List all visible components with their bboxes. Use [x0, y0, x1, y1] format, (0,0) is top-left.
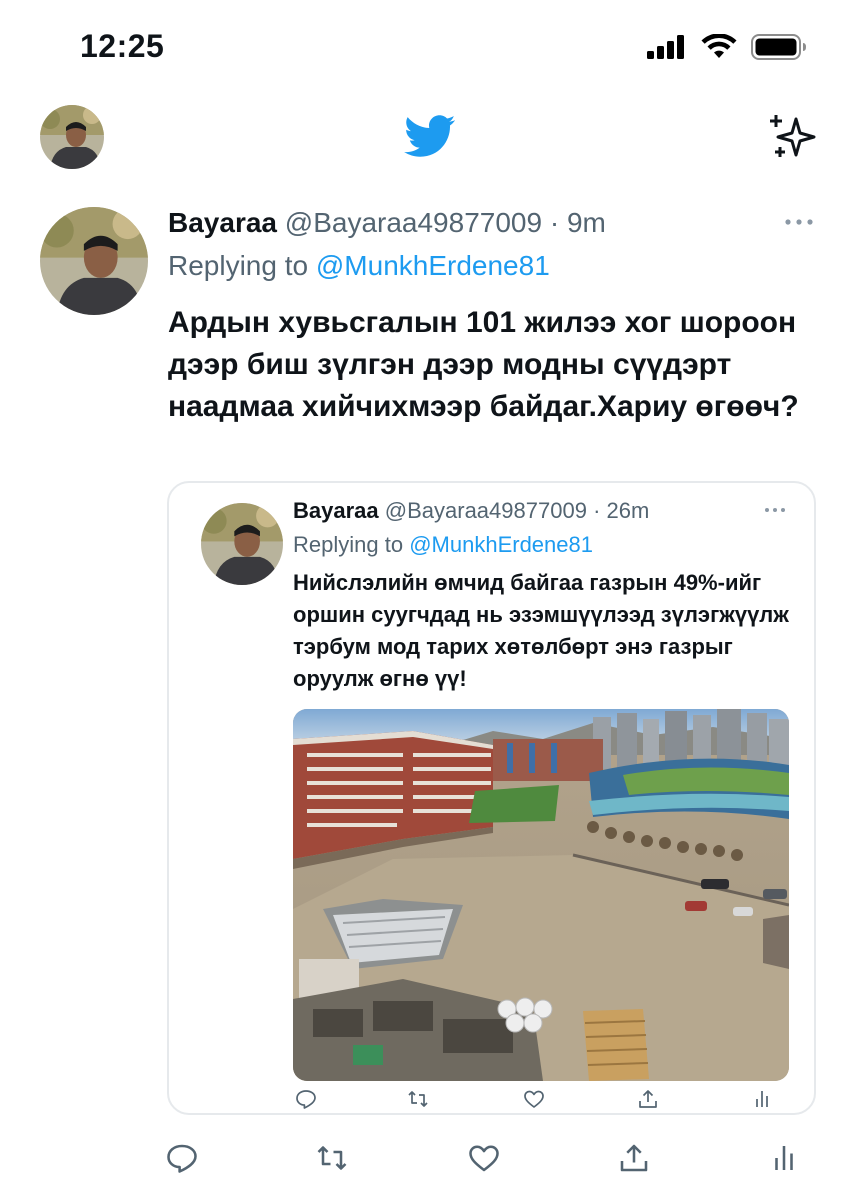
- replying-to: Replying to @MunkhErdene81: [168, 249, 550, 283]
- twitter-bird-icon[interactable]: [398, 109, 460, 163]
- tweet-header: Bayaraa @Bayaraa49877009 · 9m: [168, 206, 606, 240]
- analytics-icon[interactable]: [766, 1140, 802, 1176]
- tweet-actions: [160, 1140, 810, 1180]
- retweet-icon[interactable]: [314, 1140, 350, 1176]
- analytics-icon[interactable]: [749, 1087, 775, 1111]
- like-icon[interactable]: [466, 1140, 502, 1176]
- top-nav: [0, 95, 857, 185]
- quoted-tweet-photo[interactable]: [293, 709, 789, 1081]
- author-handle[interactable]: @Bayaraa49877009: [285, 207, 542, 238]
- tweet[interactable]: Bayaraa @Bayaraa49877009 · 9m Replying t…: [0, 190, 857, 1200]
- share-icon[interactable]: [635, 1087, 661, 1111]
- meta-separator: ·: [549, 207, 560, 238]
- quoted-author-display-name[interactable]: Bayaraa: [293, 498, 379, 523]
- tweet-timestamp[interactable]: 9m: [567, 207, 606, 238]
- quoted-tweet-timestamp[interactable]: 26m: [607, 498, 650, 523]
- replying-to-handle[interactable]: @MunkhErdene81: [409, 532, 593, 557]
- reply-icon[interactable]: [293, 1087, 319, 1111]
- like-icon[interactable]: [521, 1087, 547, 1111]
- share-icon[interactable]: [616, 1140, 652, 1176]
- status-icons: [647, 34, 807, 60]
- battery-icon: [751, 34, 806, 60]
- tweet-text: Ардын хувьсгалын 101 жилээ хог шороон дэ…: [168, 306, 799, 423]
- status-bar: 12:25: [0, 0, 857, 95]
- quoted-replying-to: Replying to @MunkhErdene81: [293, 531, 593, 559]
- quoted-author-handle[interactable]: @Bayaraa49877009: [385, 498, 587, 523]
- quoted-tweet-text: Нийслэлийн өмчид байгаа газрын 49%-ийг о…: [293, 570, 789, 691]
- profile-avatar-button[interactable]: [40, 105, 104, 169]
- retweet-icon[interactable]: [405, 1087, 431, 1111]
- reply-icon[interactable]: [164, 1140, 200, 1176]
- avatar-image: [40, 207, 148, 315]
- cellular-signal-icon: [647, 35, 684, 59]
- avatar-image: [201, 503, 283, 585]
- sparkle-icon[interactable]: [766, 113, 818, 161]
- replying-to-label: Replying to: [293, 532, 404, 557]
- avatar-image: [40, 105, 104, 169]
- construction-site-photo: [293, 709, 789, 1081]
- meta-separator: ·: [593, 498, 601, 523]
- more-options-icon[interactable]: [783, 212, 815, 232]
- quoted-tweet[interactable]: Bayaraa @Bayaraa49877009 · 26m Replying …: [167, 481, 816, 1115]
- replying-to-handle[interactable]: @MunkhErdene81: [316, 250, 550, 281]
- status-time: 12:25: [80, 28, 165, 64]
- tweet-author-avatar[interactable]: [40, 207, 148, 315]
- quoted-author-avatar[interactable]: [201, 503, 283, 585]
- quoted-tweet-actions: [293, 1087, 773, 1111]
- replying-to-label: Replying to: [168, 250, 309, 281]
- quoted-tweet-header: Bayaraa @Bayaraa49877009 · 26m: [293, 497, 649, 525]
- author-display-name[interactable]: Bayaraa: [168, 207, 277, 238]
- wifi-icon: [701, 34, 737, 58]
- more-options-icon[interactable]: [763, 503, 787, 517]
